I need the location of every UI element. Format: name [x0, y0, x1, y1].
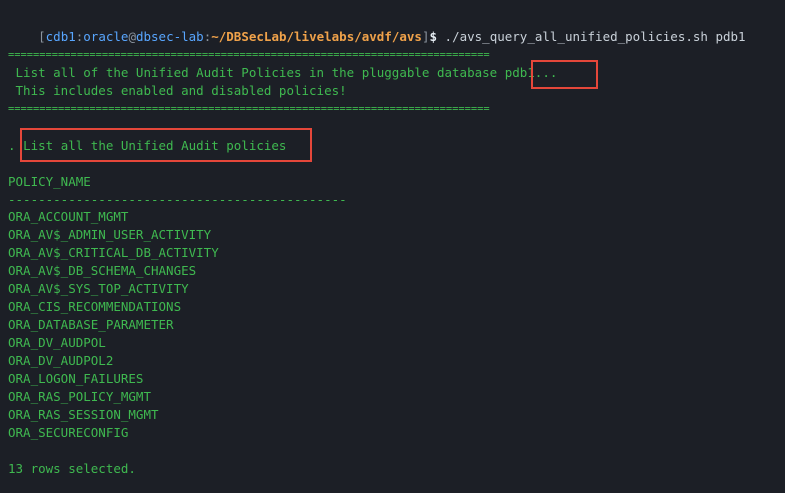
table-row: ORA_AV$_DB_SCHEMA_CHANGES [8, 263, 197, 278]
prompt-user: oracle [83, 29, 129, 44]
table-row: ORA_CIS_RECOMMENDATIONS [8, 299, 182, 314]
highlight-box-db-name [531, 60, 598, 89]
prompt-container: cdb1 [45, 29, 76, 44]
table-row: ORA_DV_AUDPOL2 [8, 353, 114, 368]
banner-line-1-text: List all of the Unified Audit Policies i… [8, 65, 505, 80]
column-header: POLICY_NAME [8, 174, 91, 189]
shell-prompt-line: [cdb1:oracle@dbsec-lab:~/DBSecLab/livela… [8, 10, 745, 44]
prompt-open-bracket: [ [38, 29, 46, 44]
banner-rule-top: ========================================… [8, 49, 490, 61]
banner-line-1: List all of the Unified Audit Policies i… [8, 64, 558, 82]
prompt-dollar: $ [429, 29, 438, 44]
terminal-window[interactable]: [cdb1:oracle@dbsec-lab:~/DBSecLab/livela… [0, 0, 785, 493]
column-underline: ----------------------------------------… [8, 192, 347, 207]
table-row: ORA_AV$_SYS_TOP_ACTIVITY [8, 281, 189, 296]
rows-selected-footer: 13 rows selected. [8, 461, 136, 476]
table-row: ORA_SECURECONFIG [8, 425, 129, 440]
prompt-path: ~/DBSecLab/livelabs/avdf/avs [211, 29, 422, 44]
shell-command: ./avs_query_all_unified_policies.sh pdb1 [437, 29, 746, 44]
table-row: ORA_ACCOUNT_MGMT [8, 209, 129, 224]
table-row: ORA_DATABASE_PARAMETER [8, 317, 174, 332]
prompt-at: @ [128, 29, 136, 44]
table-row: ORA_AV$_CRITICAL_DB_ACTIVITY [8, 245, 219, 260]
table-row: ORA_DV_AUDPOL [8, 335, 106, 350]
table-row: ORA_AV$_ADMIN_USER_ACTIVITY [8, 227, 212, 242]
prompt-host: dbsec-lab [135, 29, 204, 44]
table-row: ORA_RAS_SESSION_MGMT [8, 407, 159, 422]
banner-line-2: This includes enabled and disabled polic… [8, 83, 347, 98]
table-row: ORA_LOGON_FAILURES [8, 371, 144, 386]
highlight-box-section-title [20, 128, 312, 162]
table-row: ORA_RAS_POLICY_MGMT [8, 389, 151, 404]
banner-rule-bottom: ========================================… [8, 103, 490, 115]
